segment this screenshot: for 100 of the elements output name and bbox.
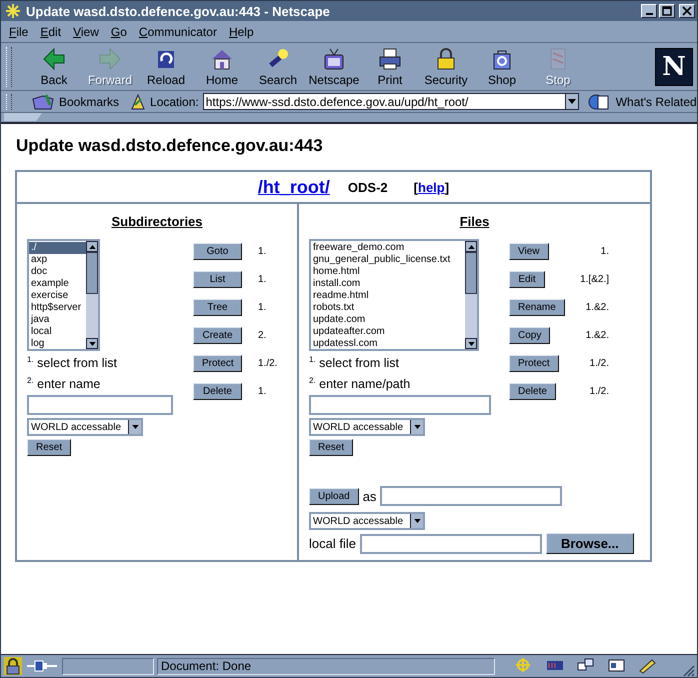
upload-name-field[interactable] xyxy=(380,486,562,506)
list-item[interactable]: update.com xyxy=(311,314,465,326)
action-note: 1. xyxy=(258,246,266,257)
list-item[interactable]: exercise xyxy=(29,290,86,302)
list-item[interactable]: axp xyxy=(29,254,86,266)
scrollbar[interactable] xyxy=(86,241,98,349)
as-label: as xyxy=(362,488,376,504)
list-item[interactable]: example xyxy=(29,278,86,290)
maximize-button[interactable] xyxy=(659,4,675,18)
toolbar-button[interactable]: Back xyxy=(26,44,82,88)
action-button[interactable]: Protect xyxy=(509,355,559,372)
action-note: 1. xyxy=(258,386,266,397)
scroll-thumb[interactable] xyxy=(465,252,477,294)
bookmarks-button[interactable]: Bookmarks xyxy=(59,94,120,108)
list-box[interactable]: freeware_demo.com gnu_general_public_license.txt home.html install.com readme.html robots.txt update.com updateafter.com updatessl.com xyxy=(309,239,479,351)
list-item[interactable]: updatessl.com xyxy=(311,338,465,349)
path-link[interactable]: /ht_root/ xyxy=(258,176,330,198)
action-note: 1.&2. xyxy=(586,330,609,341)
minimize-icon xyxy=(646,13,652,15)
section-title: Subdirectories xyxy=(110,214,204,229)
action-note: 2. xyxy=(258,330,266,341)
list-item[interactable]: freeware_demo.com xyxy=(311,242,465,254)
close-button[interactable] xyxy=(679,4,695,18)
name-field[interactable] xyxy=(27,395,173,416)
list-item[interactable]: robots.txt xyxy=(311,302,465,314)
menu-item[interactable]: Communicator xyxy=(138,24,217,38)
menu-item[interactable]: View xyxy=(73,24,99,38)
toolbar-button[interactable]: Shop xyxy=(474,44,530,88)
protection-select[interactable]: WORLD accessable xyxy=(309,418,425,436)
list-item[interactable]: home.html xyxy=(311,266,465,278)
protection-select[interactable]: WORLD accessable xyxy=(309,512,425,530)
tv-icon xyxy=(322,46,346,70)
toolbar-button[interactable]: Home xyxy=(194,44,250,88)
list-item[interactable]: java xyxy=(29,314,86,326)
action-button[interactable]: List xyxy=(193,271,242,288)
browse-button[interactable]: Browse... xyxy=(546,533,634,554)
toolbar-button[interactable]: Security xyxy=(418,44,474,88)
scrollbar[interactable] xyxy=(465,241,477,349)
toolbar-button[interactable]: Reload xyxy=(138,44,194,88)
toolbar-button[interactable]: Print xyxy=(362,44,418,88)
scroll-thumb[interactable] xyxy=(86,252,98,294)
action-note: 1.&2. xyxy=(586,302,609,313)
resize-grip-icon[interactable] xyxy=(681,663,695,677)
toolbar-button[interactable]: Netscape xyxy=(306,44,362,88)
toolbar-button[interactable]: Search xyxy=(250,44,306,88)
menu-item[interactable]: Help xyxy=(228,24,254,38)
menu-item[interactable]: Go xyxy=(110,24,127,38)
action-note: 1. xyxy=(258,274,266,285)
star-icon xyxy=(5,3,21,19)
status-text: Document: Done xyxy=(157,658,495,674)
list-box[interactable]: ./ axp doc example exercise http$server java local log xyxy=(27,239,100,351)
bookmark-folder-icon[interactable] xyxy=(30,92,56,110)
filesystem-label: ODS-2 xyxy=(348,180,388,194)
window-title: Update wasd.dsto.defence.gov.au:443 - Netscape xyxy=(26,4,330,18)
arrow-left-icon xyxy=(42,46,66,70)
reset-button[interactable]: Reset xyxy=(27,439,72,456)
menu-item[interactable]: Edit xyxy=(40,24,62,38)
protection-select[interactable]: WORLD accessable xyxy=(27,418,143,436)
list-item[interactable]: local xyxy=(29,326,86,338)
padlock-icon[interactable] xyxy=(4,657,22,675)
action-button[interactable]: Create xyxy=(193,327,242,344)
reset-button[interactable]: Reset xyxy=(309,439,354,456)
local-file-field[interactable] xyxy=(360,534,542,554)
menu-item[interactable]: File xyxy=(9,24,28,38)
list-item[interactable]: doc xyxy=(29,266,86,278)
url-field[interactable]: https://www-ssd.dsto.defence.gov.au/upd/ht_root/ xyxy=(202,93,579,110)
local-file-label: local file xyxy=(309,536,356,552)
whats-related-button[interactable]: What's Related xyxy=(616,94,697,108)
list-item[interactable]: log xyxy=(29,338,86,349)
list-item[interactable]: readme.html xyxy=(311,290,465,302)
action-note: 1.[&2.] xyxy=(580,274,609,285)
pen-icon[interactable] xyxy=(638,657,658,675)
help-note: [help] xyxy=(414,180,450,194)
action-button[interactable]: Goto xyxy=(193,243,242,260)
printer-icon xyxy=(378,46,402,70)
list-item[interactable]: gnu_general_public_license.txt xyxy=(311,254,465,266)
action-button[interactable]: Protect xyxy=(193,355,242,372)
action-button[interactable]: Rename xyxy=(509,299,565,316)
action-button[interactable]: Tree xyxy=(193,299,242,316)
action-button[interactable]: Delete xyxy=(193,383,242,400)
maximize-icon xyxy=(662,6,672,16)
instruction-text: $^{2.}$ enter name xyxy=(27,375,100,394)
list-item[interactable]: http$server xyxy=(29,302,86,314)
action-note: 1. xyxy=(258,302,266,313)
action-note: 1. xyxy=(600,246,609,257)
action-button[interactable]: Edit xyxy=(509,271,545,288)
help-link[interactable]: help xyxy=(418,180,445,194)
location-icon xyxy=(129,92,148,110)
list-item[interactable]: updateafter.com xyxy=(311,326,465,338)
list-item[interactable]: ./ xyxy=(29,242,86,254)
arrow-right-icon xyxy=(98,46,122,70)
list-item[interactable]: install.com xyxy=(311,278,465,290)
instruction-text: $^{2.}$ enter name/path xyxy=(309,375,410,394)
action-button[interactable]: View xyxy=(509,243,548,260)
action-button[interactable]: Copy xyxy=(509,327,550,344)
action-button[interactable]: Delete xyxy=(509,383,556,400)
section-title: Files xyxy=(458,214,490,229)
name-field[interactable] xyxy=(309,395,491,416)
minimize-button[interactable] xyxy=(641,4,657,18)
upload-button[interactable]: Upload xyxy=(309,488,359,505)
